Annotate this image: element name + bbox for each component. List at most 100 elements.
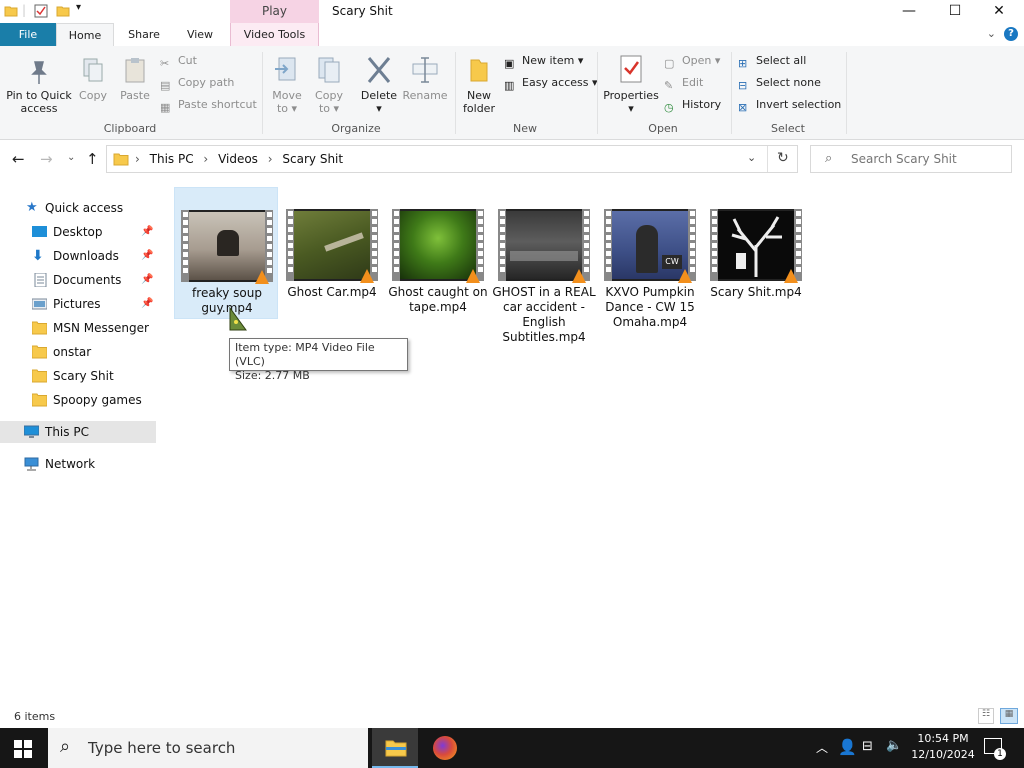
- select-none-label: Select none: [756, 76, 821, 89]
- paste-shortcut-button[interactable]: ▦ Paste shortcut: [160, 96, 257, 114]
- sidebar-item-documents[interactable]: Documents 📌: [0, 269, 156, 291]
- new-folder-qat-icon[interactable]: [56, 4, 70, 18]
- properties-label: Properties: [603, 89, 659, 102]
- refresh-icon[interactable]: ↻: [777, 150, 789, 166]
- properties-qat-icon[interactable]: [34, 4, 48, 18]
- new-folder-label: New folder: [463, 89, 495, 115]
- taskbar-file-explorer[interactable]: [372, 728, 418, 768]
- select-none-icon: ⊟: [738, 79, 748, 92]
- qat-dropdown-icon[interactable]: ▾: [76, 2, 81, 13]
- address-dropdown-icon[interactable]: ⌄: [747, 151, 756, 164]
- taskbar-search-box[interactable]: ⌕ Type here to search: [48, 728, 368, 768]
- group-divider: [597, 52, 598, 134]
- breadcrumb-videos[interactable]: Videos: [218, 152, 258, 166]
- large-icons-view-icon[interactable]: ▦: [1000, 708, 1018, 724]
- recent-locations-chevron-icon[interactable]: ⌄: [67, 152, 75, 163]
- sidebar-item-msn-messenger[interactable]: MSN Messenger: [0, 317, 156, 339]
- rename-button[interactable]: Rename: [402, 54, 448, 102]
- video-thumbnail: [710, 209, 802, 283]
- invert-selection-icon: ⊠: [738, 101, 748, 114]
- history-button[interactable]: ◷ History: [664, 96, 721, 114]
- up-arrow-icon[interactable]: ↑: [86, 150, 99, 168]
- open-button[interactable]: ▢ Open ▾: [664, 52, 720, 70]
- search-icon: ⌕: [825, 151, 833, 166]
- select-all-icon: ⊞: [738, 57, 748, 70]
- sidebar-item-spoopy-games[interactable]: Spoopy games: [0, 389, 156, 411]
- details-view-icon[interactable]: ☷: [978, 708, 994, 724]
- taskbar-firefox[interactable]: [422, 728, 468, 768]
- search-icon: ⌕: [60, 736, 71, 757]
- sidebar-item-scary-shit[interactable]: Scary Shit: [0, 365, 156, 387]
- file-item-ghost-car[interactable]: Ghost Car.mp4: [280, 187, 384, 307]
- sidebar-item-network[interactable]: Network: [0, 453, 156, 475]
- people-icon[interactable]: 👤: [838, 738, 857, 756]
- pin-to-quick-access-button[interactable]: Pin to Quick access: [4, 58, 74, 115]
- address-bar[interactable]: › This PC › Videos › Scary Shit ⌄ ↻: [106, 145, 798, 173]
- new-item-button[interactable]: ▣ New item ▾: [504, 52, 583, 70]
- sidebar-item-downloads[interactable]: ⬇ Downloads 📌: [0, 245, 156, 267]
- show-hidden-icons-chevron-icon[interactable]: ︿: [816, 739, 828, 756]
- file-item-ghost-caught-on-tape[interactable]: Ghost caught on tape.mp4: [386, 187, 490, 314]
- taskbar-clock[interactable]: 10:54 PM 12/10/2024: [908, 731, 978, 763]
- sidebar-item-onstar[interactable]: onstar: [0, 341, 156, 363]
- copy-path-button[interactable]: ▤ Copy path: [160, 74, 234, 92]
- tab-share[interactable]: Share: [120, 23, 168, 46]
- close-button[interactable]: ✕: [976, 0, 1022, 23]
- tab-video-tools[interactable]: Video Tools: [230, 23, 319, 46]
- file-item-kxvo-pumpkin-dance[interactable]: CW KXVO Pumpkin Dance - CW 15 Omaha.mp4: [598, 187, 702, 329]
- select-none-button[interactable]: ⊟ Select none: [738, 74, 821, 92]
- pin-icon[interactable]: 📌: [141, 221, 153, 243]
- pin-icon[interactable]: 📌: [141, 269, 153, 291]
- windows-start-icon[interactable]: [14, 740, 32, 758]
- minimize-button[interactable]: —: [886, 0, 932, 23]
- properties-button[interactable]: Properties ▾: [602, 54, 660, 115]
- sidebar-item-desktop[interactable]: Desktop 📌: [0, 221, 156, 243]
- copy-button[interactable]: Copy: [76, 56, 110, 102]
- film-strip: [498, 209, 506, 281]
- sidebar-item-this-pc[interactable]: This PC: [0, 421, 156, 443]
- copy-to-button[interactable]: Copy to ▾: [310, 54, 348, 115]
- volume-icon[interactable]: 🔈: [886, 738, 902, 753]
- breadcrumb-scary-shit[interactable]: Scary Shit: [282, 152, 343, 166]
- select-all-label: Select all: [756, 54, 807, 67]
- file-item-scary-shit[interactable]: Scary Shit.mp4: [704, 187, 808, 307]
- play-context-tab-header[interactable]: Play: [230, 0, 319, 23]
- maximize-button[interactable]: ☐: [932, 0, 978, 23]
- breadcrumb-this-pc[interactable]: This PC: [150, 152, 194, 166]
- network-status-icon[interactable]: ⊟: [862, 739, 873, 754]
- invert-selection-button[interactable]: ⊠ Invert selection: [738, 96, 841, 114]
- copy-label: Copy: [79, 89, 107, 102]
- cut-button[interactable]: ✂ Cut: [160, 52, 197, 70]
- tab-home[interactable]: Home: [56, 23, 114, 46]
- cursor-icon: [229, 306, 247, 331]
- desktop-icon: [32, 226, 47, 237]
- pin-icon[interactable]: 📌: [141, 293, 153, 315]
- pin-icon: [31, 61, 47, 84]
- file-info-tooltip: Item type: MP4 Video File (VLC) Size: 2.…: [229, 338, 408, 382]
- pin-icon[interactable]: 📌: [141, 245, 153, 267]
- search-input[interactable]: [851, 152, 1001, 166]
- copy-icon: [83, 58, 103, 82]
- sidebar-item-pictures[interactable]: Pictures 📌: [0, 293, 156, 315]
- move-to-button[interactable]: Move to ▾: [268, 54, 306, 115]
- delete-button[interactable]: Delete ▾: [358, 54, 400, 115]
- sidebar-item-label: onstar: [53, 345, 92, 359]
- new-folder-button[interactable]: New folder: [458, 54, 500, 115]
- file-item-freaky-soup-guy[interactable]: freaky soup guy.mp4: [174, 187, 278, 319]
- folder-icon: [32, 393, 47, 407]
- group-divider: [455, 52, 456, 134]
- paste-button[interactable]: Paste: [116, 56, 154, 102]
- tab-view[interactable]: View: [176, 23, 224, 46]
- folder-icon: [113, 153, 129, 166]
- help-icon[interactable]: ?: [1004, 27, 1018, 41]
- back-arrow-icon[interactable]: ←: [12, 150, 25, 168]
- edit-button[interactable]: ✎ Edit: [664, 74, 703, 92]
- easy-access-button[interactable]: ▥ Easy access ▾: [504, 74, 598, 92]
- file-item-ghost-in-real-car-accident[interactable]: GHOST in a REAL car accident - English S…: [492, 187, 596, 344]
- select-all-button[interactable]: ⊞ Select all: [738, 52, 806, 70]
- ribbon-collapse-icon[interactable]: ⌄: [987, 27, 996, 40]
- forward-arrow-icon[interactable]: →: [40, 150, 53, 168]
- tab-file[interactable]: File: [0, 23, 56, 46]
- sidebar-item-quick-access[interactable]: ★ Quick access: [0, 197, 156, 219]
- search-box[interactable]: ⌕: [810, 145, 1012, 173]
